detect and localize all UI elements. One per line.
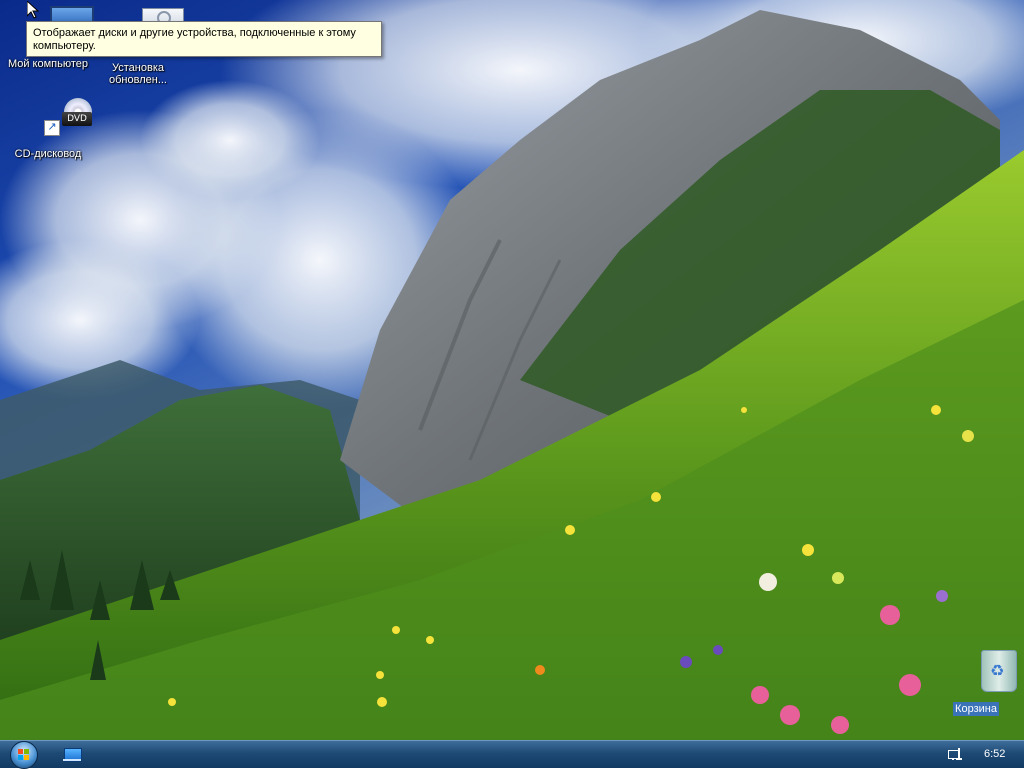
shortcut-arrow-icon: ↗	[44, 120, 60, 136]
desktop-icon-label: CD-дисковод	[14, 148, 82, 160]
mouse-cursor-icon	[27, 1, 39, 19]
desktop-icon-label: Установка обновлен...	[109, 62, 167, 86]
start-button[interactable]	[10, 741, 38, 769]
show-desktop-icon[interactable]	[63, 748, 82, 762]
system-tray: 6:52	[938, 741, 1024, 769]
network-icon[interactable]	[948, 748, 962, 760]
desktop-icon-cd-drive[interactable]: DVD ↗ CD-дисковод	[0, 96, 96, 160]
windows-flag-icon	[18, 749, 30, 761]
desktop-icon-recycle-bin[interactable]: Корзина	[928, 648, 1024, 717]
desktop-icon-label: Мой компьютер	[7, 58, 89, 70]
dvd-drive-icon: DVD ↗	[24, 96, 92, 144]
taskbar: 6:52	[0, 740, 1024, 769]
desktop-icon-label: Корзина	[953, 702, 999, 716]
tooltip: Отображает диски и другие устройства, по…	[26, 21, 382, 57]
desktop-wallpaper	[0, 0, 1024, 740]
recycle-bin-icon	[952, 648, 1017, 696]
clock[interactable]: 6:52	[984, 741, 1020, 769]
dvd-badge: DVD	[62, 112, 92, 126]
